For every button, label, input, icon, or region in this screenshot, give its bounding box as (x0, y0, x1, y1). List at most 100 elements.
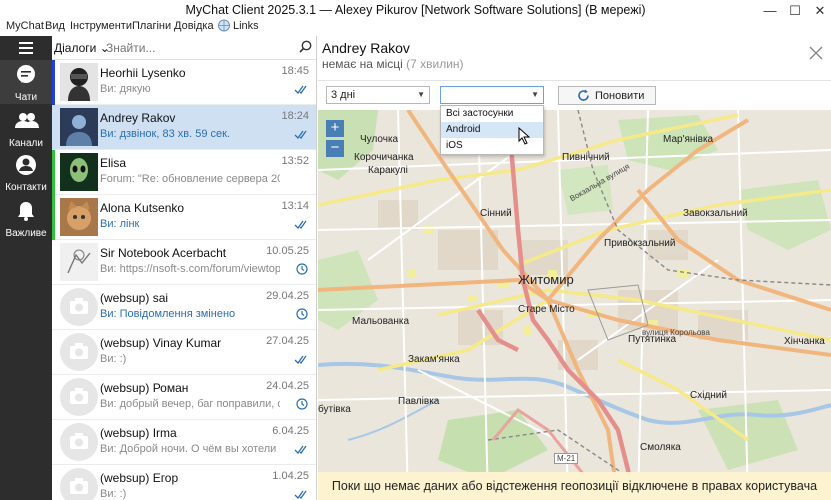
conversation-preview: Ви: добрый вечер, баг поправили, об... (100, 398, 280, 410)
nav-channels-label: Канали (9, 138, 43, 149)
menu-tools[interactable]: Інструменти (70, 20, 132, 32)
menu-plugins[interactable]: Плагіни (132, 20, 171, 32)
conversation-item[interactable]: Elisa Forum: "Re: обновление сервера 20..… (52, 150, 316, 195)
avatar (60, 198, 98, 236)
conversation-time: 1.04.25 (272, 470, 309, 482)
contact-status: немає на місці (7 хвилин) (322, 57, 464, 71)
map-label: Каракулі (368, 165, 408, 176)
search-icon[interactable] (299, 40, 312, 56)
map-label: бутівка (318, 404, 351, 415)
conversation-item[interactable]: (websup) sai Ви: Повідомлення змінено 29.0… (52, 285, 316, 330)
dialogs-filter-label: Діалоги (54, 41, 97, 55)
conversation-time: 18:45 (281, 65, 309, 77)
conversation-preview: Ви: :) (100, 353, 127, 365)
nav-important[interactable]: Важливе (0, 196, 52, 240)
clock-icon (296, 308, 308, 323)
double-check-icon (294, 443, 308, 457)
conversation-name: Sir Notebook Acerbacht (100, 246, 227, 260)
double-check-icon (294, 83, 308, 97)
refresh-icon (578, 89, 589, 101)
conversation-name: (websup) Егор (100, 471, 179, 485)
conversation-name: Heorhii Lysenko (100, 66, 186, 80)
period-select[interactable]: 3 дні ▼ (326, 86, 430, 104)
contact-status-text: немає на місці (322, 57, 403, 71)
contact-name: Andrey Rakov (322, 40, 410, 56)
dropdown-arrow-icon: ▼ (531, 90, 539, 99)
conversation-preview: Ви: дякую (100, 83, 151, 95)
window-title: MyChat Client 2025.3.1 — Alexey Pikurov … (185, 3, 646, 17)
avatar (60, 63, 98, 101)
search-input[interactable] (106, 38, 286, 57)
conversation-name: Elisa (100, 156, 127, 170)
conversation-time: 13:14 (281, 200, 309, 212)
conversation-time: 29.04.25 (266, 290, 309, 302)
side-nav: Чати Канали Контакти Важливе (0, 36, 52, 500)
conversation-preview: Ви: лінк (100, 218, 140, 230)
avatar (60, 108, 98, 146)
hamburger-menu-button[interactable] (0, 36, 52, 58)
map-label: Сінний (480, 208, 512, 219)
double-check-icon (294, 488, 308, 500)
location-controls: 3 дні ▼ ▼ Поновити (318, 80, 831, 110)
conversation-preview: Ви: Повідомлення змінено (100, 308, 236, 320)
conversation-name: (websup) Роман (100, 381, 189, 395)
menu-mychat[interactable]: MyChat (6, 20, 44, 32)
conversation-name: Alona Kutsenko (100, 201, 185, 215)
conversation-item[interactable]: Alona Kutsenko Ви: лінк 13:14 (52, 195, 316, 240)
conversation-list: Діалоги ⌄ Heorhii Lysenko Ви: дякую 18:45 A… (52, 36, 317, 500)
nav-channels[interactable]: Канали (0, 106, 52, 150)
conversation-name: (websup) Irma (100, 426, 177, 440)
map-label: Житомир (518, 272, 574, 287)
conversation-item[interactable]: (websup) Роман Ви: добрый вечер, баг попр… (52, 375, 316, 420)
map-road-label: М-21 (554, 453, 579, 464)
conversation-time: 27.04.25 (266, 335, 309, 347)
menu-help[interactable]: Довідка (174, 20, 214, 32)
conversation-time: 10.05.25 (266, 245, 309, 257)
menu-links[interactable]: Links (233, 20, 259, 32)
map-view[interactable]: + − Чулочка Корочичанка Каракулі Пивнічн… (318, 110, 831, 500)
map-label: Привокзальний (604, 238, 676, 249)
nav-chats[interactable]: Чати (0, 60, 52, 104)
conversation-time: 18:24 (281, 110, 309, 122)
map-label: Хінчанка (784, 336, 825, 347)
geolocation-banner: Поки що немає даних або відстеження геоп… (318, 472, 831, 500)
dialogs-filter-dropdown[interactable]: Діалоги ⌄ (54, 41, 110, 55)
unread-indicator (52, 60, 55, 105)
conversation-item[interactable]: (websup) Vinay Kumar Ви: :) 27.04.25 (52, 330, 316, 375)
conversation-time: 24.04.25 (266, 380, 309, 392)
avatar (60, 378, 98, 416)
conversation-name: (websup) Vinay Kumar (100, 336, 222, 350)
conversation-item[interactable]: (websup) Irma Ви: Доброй ночи. О чём вы х… (52, 420, 316, 465)
conversation-item[interactable]: Heorhii Lysenko Ви: дякую 18:45 (52, 60, 316, 105)
conversation-name: (websup) sai (100, 291, 169, 305)
refresh-button[interactable]: Поновити (558, 86, 656, 105)
avatar (60, 468, 98, 500)
dropdown-option[interactable]: Всі застосунки (441, 106, 543, 122)
double-check-icon (294, 353, 308, 367)
links-icon[interactable] (217, 19, 231, 35)
conversation-item[interactable]: (websup) Егор Ви: :) 1.04.25 (52, 465, 316, 500)
conversation-item[interactable]: Sir Notebook Acerbacht Ви: https://nsoft-… (52, 240, 316, 285)
nav-contacts-label: Контакти (5, 182, 47, 193)
menu-bar: MyChat Вид Інструменти Плагіни Довідка L… (0, 18, 831, 36)
avatar (60, 243, 98, 281)
conversation-item[interactable]: Andrey Rakov Ви: дзвінок, 83 хв. 59 сек. 1… (52, 105, 316, 150)
unread-indicator (52, 420, 55, 465)
nav-contacts[interactable]: Контакти (0, 150, 52, 194)
map-label: Закам'янка (408, 354, 460, 365)
conversation-preview: Ви: https://nsoft-s.com/forum/viewtopic.… (100, 263, 280, 275)
map-label: Старе Місто (518, 304, 575, 315)
zoom-out-button[interactable]: − (326, 140, 344, 157)
map-label: Мальованка (352, 316, 410, 327)
menu-view[interactable]: Вид (45, 20, 65, 32)
map-label: Павлівка (398, 396, 440, 407)
unread-indicator (52, 150, 55, 195)
close-icon[interactable] (809, 46, 823, 63)
double-check-icon (294, 128, 308, 142)
app-filter-select[interactable]: ▼ (440, 86, 544, 104)
zoom-in-button[interactable]: + (326, 120, 344, 137)
mouse-cursor-icon (518, 127, 531, 145)
conversation-time: 6.04.25 (272, 425, 309, 437)
conversation-preview: Ви: :) (100, 488, 127, 500)
map-label: Східний (690, 390, 727, 401)
